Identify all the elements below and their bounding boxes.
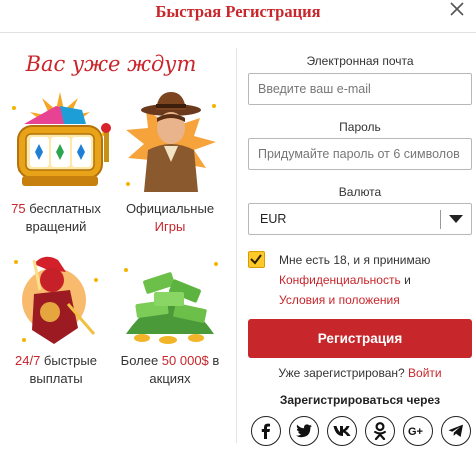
privacy-link[interactable]: Конфиденциальность bbox=[279, 273, 401, 287]
already-registered-text: Уже зарегистрирован? bbox=[278, 366, 409, 380]
password-field[interactable] bbox=[248, 138, 472, 170]
feature-official-games-highlight: Игры bbox=[154, 218, 186, 234]
odnoklassniki-button[interactable] bbox=[365, 416, 395, 446]
facebook-icon bbox=[261, 423, 270, 439]
feature-promotions-text: Более bbox=[120, 353, 162, 368]
feature-official-games-text: Официальные bbox=[125, 201, 215, 216]
login-link[interactable]: Войти bbox=[408, 366, 442, 380]
odnoklassniki-icon bbox=[374, 422, 386, 440]
currency-select[interactable]: EUR bbox=[248, 203, 472, 235]
terms-text: Мне есть 18, и я принимаю Конфиденциальн… bbox=[279, 250, 474, 310]
feature-promotions: Более 50 000$ в акциях bbox=[116, 352, 224, 387]
feature-free-spins: 75 бесплатных вращений bbox=[0, 200, 112, 235]
twitter-button[interactable] bbox=[289, 416, 319, 446]
column-divider bbox=[236, 48, 237, 443]
modal-title: Быстрая Регистрация bbox=[155, 2, 321, 21]
password-label: Пароль bbox=[339, 120, 381, 134]
money-pile-icon bbox=[124, 262, 218, 344]
feature-official-games: Официальные Игры bbox=[118, 200, 222, 235]
login-prompt: Уже зарегистрирован? Войти bbox=[248, 366, 472, 380]
chevron-down-icon[interactable] bbox=[448, 213, 464, 225]
slot-machine-icon bbox=[12, 92, 111, 186]
feature-promotions-amount: 50 000$ bbox=[161, 353, 209, 368]
age-terms-checkbox[interactable] bbox=[248, 251, 265, 268]
vk-button[interactable] bbox=[327, 416, 357, 446]
google-plus-button[interactable]: G+ bbox=[403, 416, 433, 446]
register-button[interactable]: Регистрация bbox=[248, 319, 472, 358]
twitter-icon bbox=[296, 424, 312, 438]
modal-header: Быстрая Регистрация bbox=[0, 0, 476, 33]
knight-icon bbox=[14, 256, 98, 344]
terms-conditions-link[interactable]: Условия и положения bbox=[279, 293, 400, 307]
currency-label: Валюта bbox=[338, 185, 382, 199]
select-separator bbox=[440, 210, 441, 229]
feature-free-spins-number: 75 bbox=[11, 201, 26, 216]
checkmark-icon bbox=[250, 254, 262, 265]
google-plus-icon: G+ bbox=[408, 426, 423, 438]
feature-fast-payouts-number: 24/7 bbox=[15, 353, 41, 368]
terms-prefix: Мне есть 18, и я принимаю bbox=[279, 253, 431, 267]
telegram-button[interactable] bbox=[441, 416, 471, 446]
feature-free-spins-text: бесплатных вращений bbox=[25, 201, 101, 234]
email-field[interactable] bbox=[248, 73, 472, 105]
vk-icon bbox=[333, 426, 351, 436]
telegram-icon bbox=[448, 424, 463, 437]
terms-and: и bbox=[400, 273, 411, 287]
promo-title: Вас уже ждут bbox=[25, 52, 197, 76]
close-icon[interactable] bbox=[448, 0, 466, 18]
svg-text:G+: G+ bbox=[408, 426, 423, 438]
feature-fast-payouts-text: быстрые выплаты bbox=[29, 353, 97, 386]
facebook-button[interactable] bbox=[251, 416, 281, 446]
social-title: Зарегистрироваться через bbox=[279, 393, 441, 407]
adventurer-icon bbox=[126, 92, 216, 192]
email-label: Электронная почта bbox=[306, 54, 414, 68]
currency-value: EUR bbox=[260, 212, 287, 226]
feature-fast-payouts: 24/7 быстрые выплаты bbox=[0, 352, 112, 387]
